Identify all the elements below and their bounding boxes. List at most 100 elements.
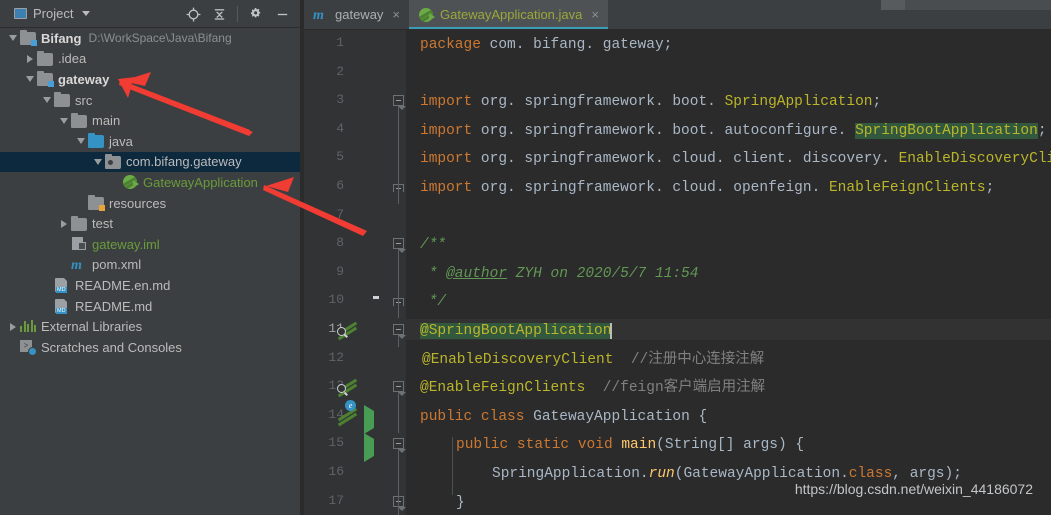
close-icon[interactable]: × — [392, 7, 400, 22]
tree-node-label: gateway.iml — [92, 236, 160, 252]
collapse-all-icon[interactable] — [207, 2, 231, 26]
line-number: 12 — [328, 349, 344, 365]
code-line-import: import org. springframework. cloud. open… — [420, 180, 995, 196]
fold-guide-line — [398, 249, 399, 319]
code-line-javadoc-open: /** — [420, 237, 447, 254]
line-number: 15 — [328, 435, 344, 451]
indent-guide — [452, 437, 453, 495]
tree-node-resources[interactable]: resources — [0, 193, 300, 214]
twisty-expanded-icon[interactable] — [9, 35, 17, 42]
line-number: 7 — [336, 206, 344, 222]
project-panel-title: Project — [33, 6, 74, 21]
settings-gear-icon[interactable] — [244, 2, 268, 26]
line-number: 6 — [336, 178, 344, 193]
fold-guide-line — [398, 392, 399, 433]
hide-window-icon[interactable] — [270, 2, 294, 26]
spring-boot-class-icon — [418, 7, 436, 23]
tree-node-external-libraries[interactable]: External Libraries — [0, 316, 300, 337]
tree-node-scratches-and-consoles[interactable]: > Scratches and Consoles — [0, 337, 300, 358]
tree-node--idea[interactable]: .idea — [0, 49, 300, 70]
line-number: 2 — [336, 63, 344, 79]
tree-node-label: java — [109, 133, 133, 149]
idea-window: Project Bifang D:\WorkSpace\Java\Bifang … — [0, 0, 1051, 515]
fold-region-icon[interactable] — [393, 95, 406, 111]
maven-pom-icon: m — [313, 7, 324, 23]
twisty-expanded-icon[interactable] — [43, 97, 51, 104]
tree-node-src[interactable]: src — [0, 90, 300, 111]
project-panel-header: Project — [0, 0, 300, 28]
watermark-text: https://blog.csdn.net/weixin_44186072 — [794, 481, 1033, 497]
tree-node-label: gateway — [58, 71, 110, 87]
fold-guide-line — [398, 106, 399, 204]
package-icon — [105, 153, 121, 170]
tree-node-label: README.md — [75, 298, 153, 314]
tree-node-label: com.bifang.gateway — [126, 154, 242, 170]
tree-node-label: src — [75, 92, 93, 108]
twisty-collapsed-icon[interactable] — [10, 322, 16, 331]
tree-node-bifang[interactable]: Bifang D:\WorkSpace\Java\Bifang — [0, 28, 300, 49]
twisty-expanded-icon[interactable] — [60, 117, 68, 124]
source-root-folder-icon — [88, 133, 104, 149]
tree-node-readme-md[interactable]: MD README.md — [0, 296, 300, 317]
run-gutter-icon[interactable] — [364, 404, 374, 434]
tree-node-gateway[interactable]: gateway — [0, 69, 300, 90]
line-number: 16 — [328, 464, 344, 479]
project-tool-window: Project Bifang D:\WorkSpace\Java\Bifang … — [0, 0, 300, 515]
line-number: 17 — [328, 492, 344, 508]
code-line-javadoc-close: */ — [420, 294, 447, 311]
fold-region-icon[interactable] — [393, 238, 406, 254]
fold-region-icon[interactable] — [393, 438, 406, 454]
editor-fold-column[interactable] — [390, 30, 406, 515]
tree-node-pom-xml[interactable]: m pom.xml — [0, 255, 300, 276]
markdown-file-icon: MD — [54, 298, 70, 315]
code-line-import: import org. springframework. boot. autoc… — [420, 122, 1047, 139]
fold-region-icon[interactable] — [393, 324, 406, 339]
editor-tab-inactive[interactable]: m gateway × — [304, 0, 409, 29]
module-folder-icon — [37, 71, 54, 88]
editor-code-column[interactable]: package com. bifang. gateway; import org.… — [406, 30, 1051, 515]
toolbar-separator — [237, 6, 238, 22]
twisty-expanded-icon[interactable] — [26, 76, 34, 83]
line-number: 4 — [336, 120, 344, 136]
external-libraries-icon — [20, 319, 36, 335]
tree-node-label: main — [92, 113, 121, 129]
editor-gutter[interactable]: 123456789101112131415161718e — [304, 30, 390, 515]
editor-tab-active[interactable]: GatewayApplication.java × — [409, 0, 608, 29]
tree-node-readme-en-md[interactable]: MD README.en.md — [0, 275, 300, 296]
run-gutter-icon[interactable] — [364, 433, 374, 463]
project-tree[interactable]: Bifang D:\WorkSpace\Java\Bifang .idea gatew… — [0, 28, 300, 515]
twisty-expanded-icon[interactable] — [94, 158, 102, 165]
tree-node-main[interactable]: main — [0, 110, 300, 131]
tree-node-gatewayapplication[interactable]: GatewayApplication — [0, 172, 300, 193]
maven-pom-icon: m — [71, 257, 82, 273]
line-number: 3 — [336, 92, 344, 108]
code-line-annotation-feign: @EnableFeignClients //feign客户端启用注解 — [420, 380, 766, 397]
caret-down-icon[interactable] — [82, 11, 91, 16]
code-line-import: import org. springframework. cloud. clie… — [420, 151, 1051, 168]
fold-region-icon[interactable] — [393, 381, 406, 397]
code-line-close-method: } — [456, 494, 465, 511]
editor-tab-label: gateway — [335, 7, 384, 22]
fold-guide-line — [398, 335, 399, 347]
tree-node-com-bifang-gateway[interactable]: com.bifang.gateway — [0, 151, 300, 173]
tree-node-label: External Libraries — [41, 319, 143, 335]
tree-node-test[interactable]: test — [0, 213, 300, 234]
line-number: 1 — [336, 35, 344, 50]
line-number: 8 — [336, 235, 344, 251]
tree-node-gateway-iml[interactable]: gateway.iml — [0, 234, 300, 255]
code-editor[interactable]: 123456789101112131415161718e package com… — [304, 30, 1051, 515]
twisty-collapsed-icon[interactable] — [27, 54, 33, 63]
project-path: D:\WorkSpace\Java\Bifang — [88, 31, 232, 46]
close-icon[interactable]: × — [591, 7, 599, 22]
code-line-javadoc-author: * @author ZYH on 2020/5/7 11:54 — [420, 265, 699, 282]
locate-target-icon[interactable] — [181, 2, 205, 26]
tree-node-label: Bifang — [41, 30, 82, 46]
resources-folder-icon — [88, 195, 105, 212]
markdown-file-icon: MD — [54, 277, 70, 294]
project-window-icon — [14, 8, 27, 19]
twisty-expanded-icon[interactable] — [77, 138, 85, 145]
twisty-collapsed-icon[interactable] — [61, 219, 67, 228]
toolbar-remnant-a — [881, 0, 905, 10]
folder-icon — [71, 112, 87, 129]
tree-node-java[interactable]: java — [0, 131, 300, 152]
